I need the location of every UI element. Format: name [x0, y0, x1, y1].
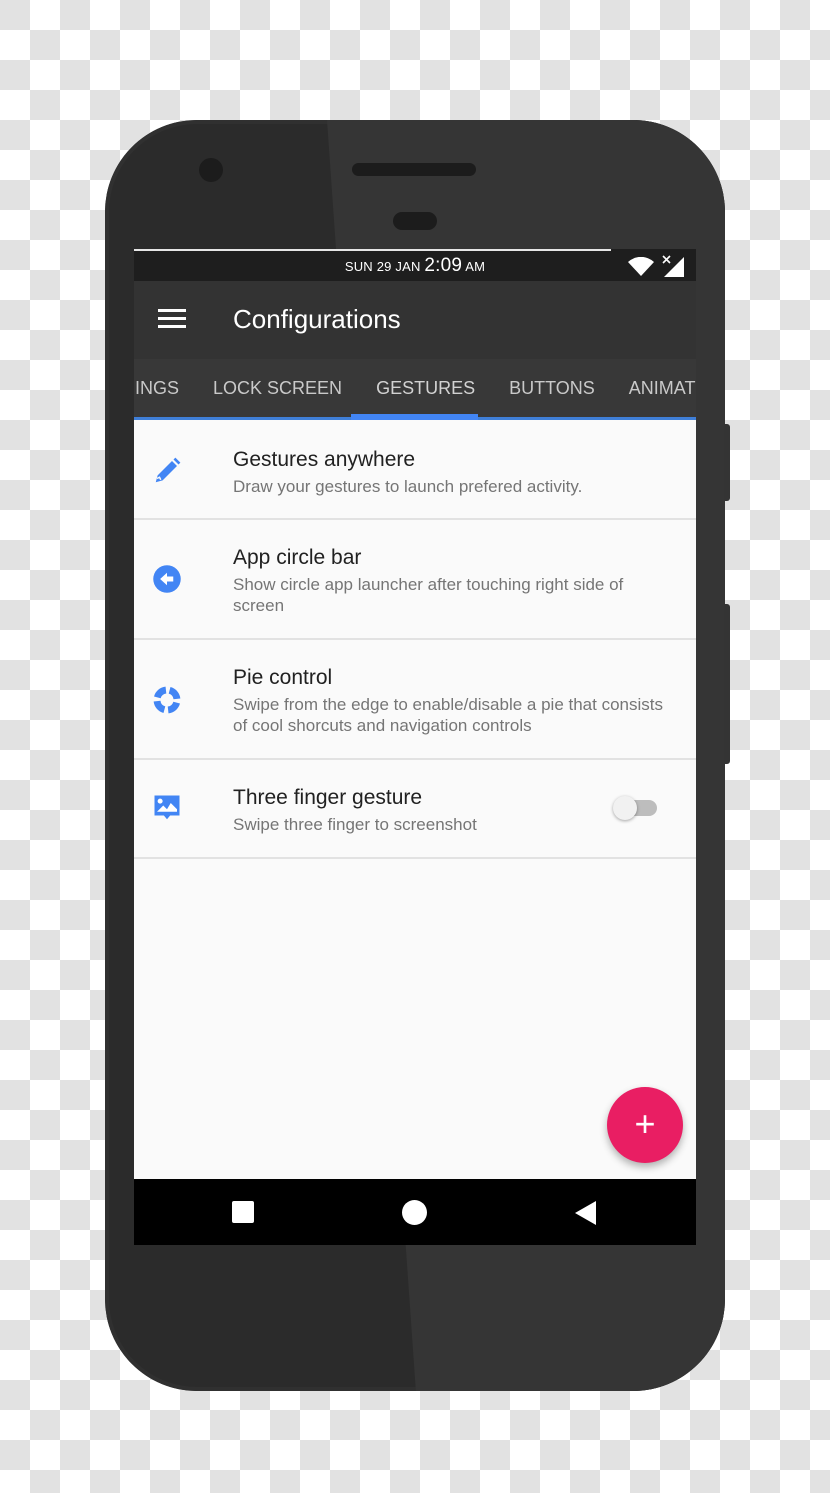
item-title: Pie control	[233, 666, 333, 689]
toggle-thumb	[613, 796, 637, 820]
gesture-settings-list: Gestures anywhere Draw your gestures to …	[134, 420, 696, 859]
tab-animations[interactable]: ANIMATIC	[612, 359, 696, 417]
hamburger-menu-icon[interactable]	[158, 309, 186, 331]
status-date: SUN 29 JAN	[344, 259, 421, 274]
pie-ring-icon	[153, 686, 181, 714]
tab-gestures[interactable]: GESTURES	[359, 359, 492, 417]
item-subtitle: Swipe from the edge to enable/disable a …	[233, 695, 663, 735]
back-icon[interactable]	[575, 1201, 596, 1225]
add-fab-button[interactable]: +	[607, 1087, 683, 1163]
item-title: Three finger gesture	[233, 786, 423, 809]
item-subtitle: Draw your gestures to launch prefered ac…	[233, 477, 583, 496]
item-subtitle: Swipe three finger to screenshot	[233, 815, 477, 834]
power-button	[724, 424, 730, 501]
app-bar: Configurations	[134, 281, 696, 359]
navigation-bar	[134, 1179, 696, 1245]
three-finger-toggle[interactable]	[613, 796, 659, 820]
status-time: 2:09	[424, 255, 463, 276]
list-item-pie-control[interactable]: Pie control Swipe from the edge to enabl…	[134, 640, 696, 760]
item-subtitle: Show circle app launcher after touching …	[233, 575, 624, 615]
wifi-icon	[628, 257, 654, 276]
item-title: App circle bar	[233, 546, 362, 569]
cell-signal-no-service-icon	[662, 255, 684, 277]
circle-arrow-left-icon	[153, 565, 181, 593]
page-title: Configurations	[233, 304, 401, 334]
front-camera	[199, 158, 223, 182]
screen: SUN 29 JAN 2:09 AM Configurations INGS L…	[134, 249, 696, 1245]
status-clock: SUN 29 JAN 2:09 AM	[134, 255, 696, 277]
recents-icon[interactable]	[232, 1201, 254, 1223]
item-title: Gestures anywhere	[233, 448, 416, 471]
list-item-app-circle-bar[interactable]: App circle bar Show circle app launcher …	[134, 520, 696, 640]
status-ampm: AM	[465, 259, 486, 274]
tab-bar: INGS LOCK SCREEN GESTURES BUTTONS ANIMAT…	[134, 359, 696, 420]
list-item-gestures-anywhere[interactable]: Gestures anywhere Draw your gestures to …	[134, 420, 696, 520]
status-progress-line	[134, 249, 611, 251]
pencil-icon	[155, 457, 181, 483]
tab-buttons[interactable]: BUTTONS	[492, 359, 612, 417]
screenshot-image-icon	[154, 795, 180, 820]
home-icon[interactable]	[402, 1200, 427, 1225]
volume-button	[724, 604, 730, 764]
tab-settings[interactable]: INGS	[134, 359, 196, 417]
list-item-three-finger-gesture[interactable]: Three finger gesture Swipe three finger …	[134, 760, 696, 859]
tab-lock-screen[interactable]: LOCK SCREEN	[196, 359, 359, 417]
status-bar: SUN 29 JAN 2:09 AM	[134, 249, 696, 281]
proximity-sensor	[393, 212, 437, 230]
plus-icon: +	[634, 1103, 656, 1144]
earpiece-speaker	[352, 163, 476, 176]
